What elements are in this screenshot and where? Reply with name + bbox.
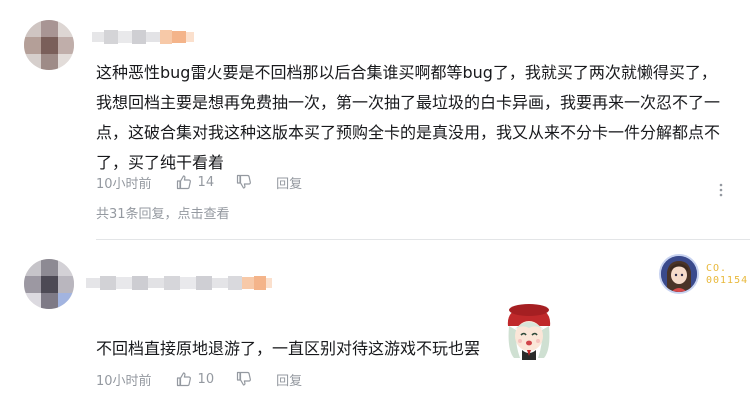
avatar[interactable] xyxy=(24,20,74,70)
like-count: 14 xyxy=(197,174,215,190)
fan-badge-text: CO. 001154 xyxy=(706,263,748,287)
fan-badge-line: CO. xyxy=(706,263,728,274)
comment-actions: 10小时前 10 回复 xyxy=(96,369,302,389)
comment-actions: 10小时前 14 回复 xyxy=(96,172,302,192)
fan-badge-avatar xyxy=(661,256,697,292)
username-blurred[interactable] xyxy=(86,276,272,290)
comment-time: 10小时前 xyxy=(96,176,152,192)
thumbs-down-icon xyxy=(236,371,252,386)
fan-badge-number: 001154 xyxy=(706,275,749,286)
comment-content: 不回档直接原地退游了，一直区别对待这游戏不玩也罢 xyxy=(96,334,750,364)
content-line: 这种恶性bug雷火要是不回档那以后合集谁买啊都等bug了，我就买了两次就懒得买了… xyxy=(96,63,717,82)
comment-content: 这种恶性bug雷火要是不回档那以后合集谁买啊都等bug了，我就买了两次就懒得买了… xyxy=(96,58,750,178)
thumbs-down-icon xyxy=(236,174,252,189)
avatar[interactable] xyxy=(24,259,74,309)
dislike-button[interactable] xyxy=(236,174,252,190)
content-line: 我想回档主要是想再免费抽一次，第一次抽了最垃圾的白卡异画，我要再来一次忍不了一 xyxy=(96,93,721,112)
avatar-blurred-image xyxy=(24,259,74,309)
like-count: 10 xyxy=(197,371,215,387)
more-vertical-icon[interactable] xyxy=(715,182,727,198)
dislike-button[interactable] xyxy=(236,371,252,387)
avatar-blurred-image xyxy=(24,20,74,70)
like-button[interactable]: 14 xyxy=(176,174,215,190)
view-replies-link[interactable]: 点击查看 xyxy=(178,207,230,222)
sticker-girl xyxy=(507,304,551,360)
like-button[interactable]: 10 xyxy=(176,371,215,387)
username-blurred[interactable] xyxy=(92,30,194,44)
content-line: 点，这破合集对我这种这版本买了预购全卡的是真没用，我又从来不分卡一件分解都点不 xyxy=(96,123,721,142)
fan-badge-icon[interactable] xyxy=(659,254,699,294)
replies-summary: 共31条回复，点击查看 xyxy=(96,203,230,222)
divider xyxy=(96,239,750,240)
reply-button[interactable]: 回复 xyxy=(276,173,302,192)
content-line: 不回档直接原地退游了，一直区别对待这游戏不玩也罢 xyxy=(96,339,481,358)
thumbs-up-icon xyxy=(176,372,191,387)
replies-count: 共31条回复， xyxy=(96,207,178,222)
reply-button[interactable]: 回复 xyxy=(276,370,302,389)
thumbs-up-icon xyxy=(176,175,191,190)
comment-time: 10小时前 xyxy=(96,373,152,389)
